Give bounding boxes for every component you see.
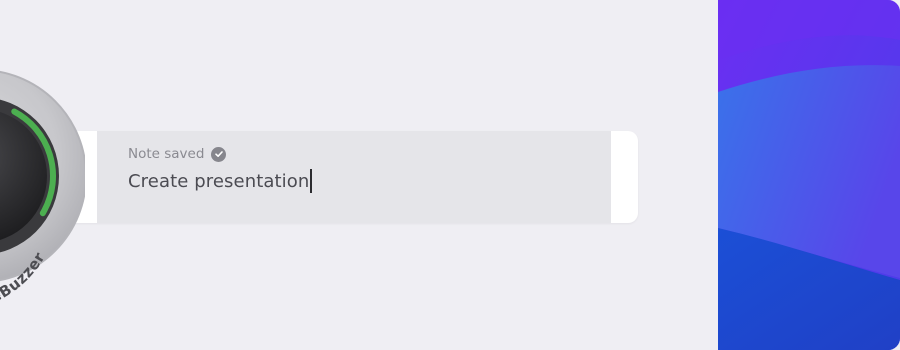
text-cursor (310, 169, 312, 193)
app-canvas: Note saved Create presentation uzzer (0, 0, 900, 350)
note-status: Note saved (128, 146, 227, 162)
note-text[interactable]: Create presentation (128, 169, 312, 193)
desktop-wallpaper (718, 0, 900, 350)
timebuzzer-dial[interactable]: TimeBuzzer (0, 28, 85, 338)
check-circle-icon (211, 146, 227, 162)
note-status-label: Note saved (128, 146, 205, 162)
note-bar: Note saved Create presentation (40, 131, 638, 223)
note-text-value: Create presentation (128, 170, 310, 192)
note-input-field[interactable]: Note saved Create presentation (97, 131, 611, 223)
